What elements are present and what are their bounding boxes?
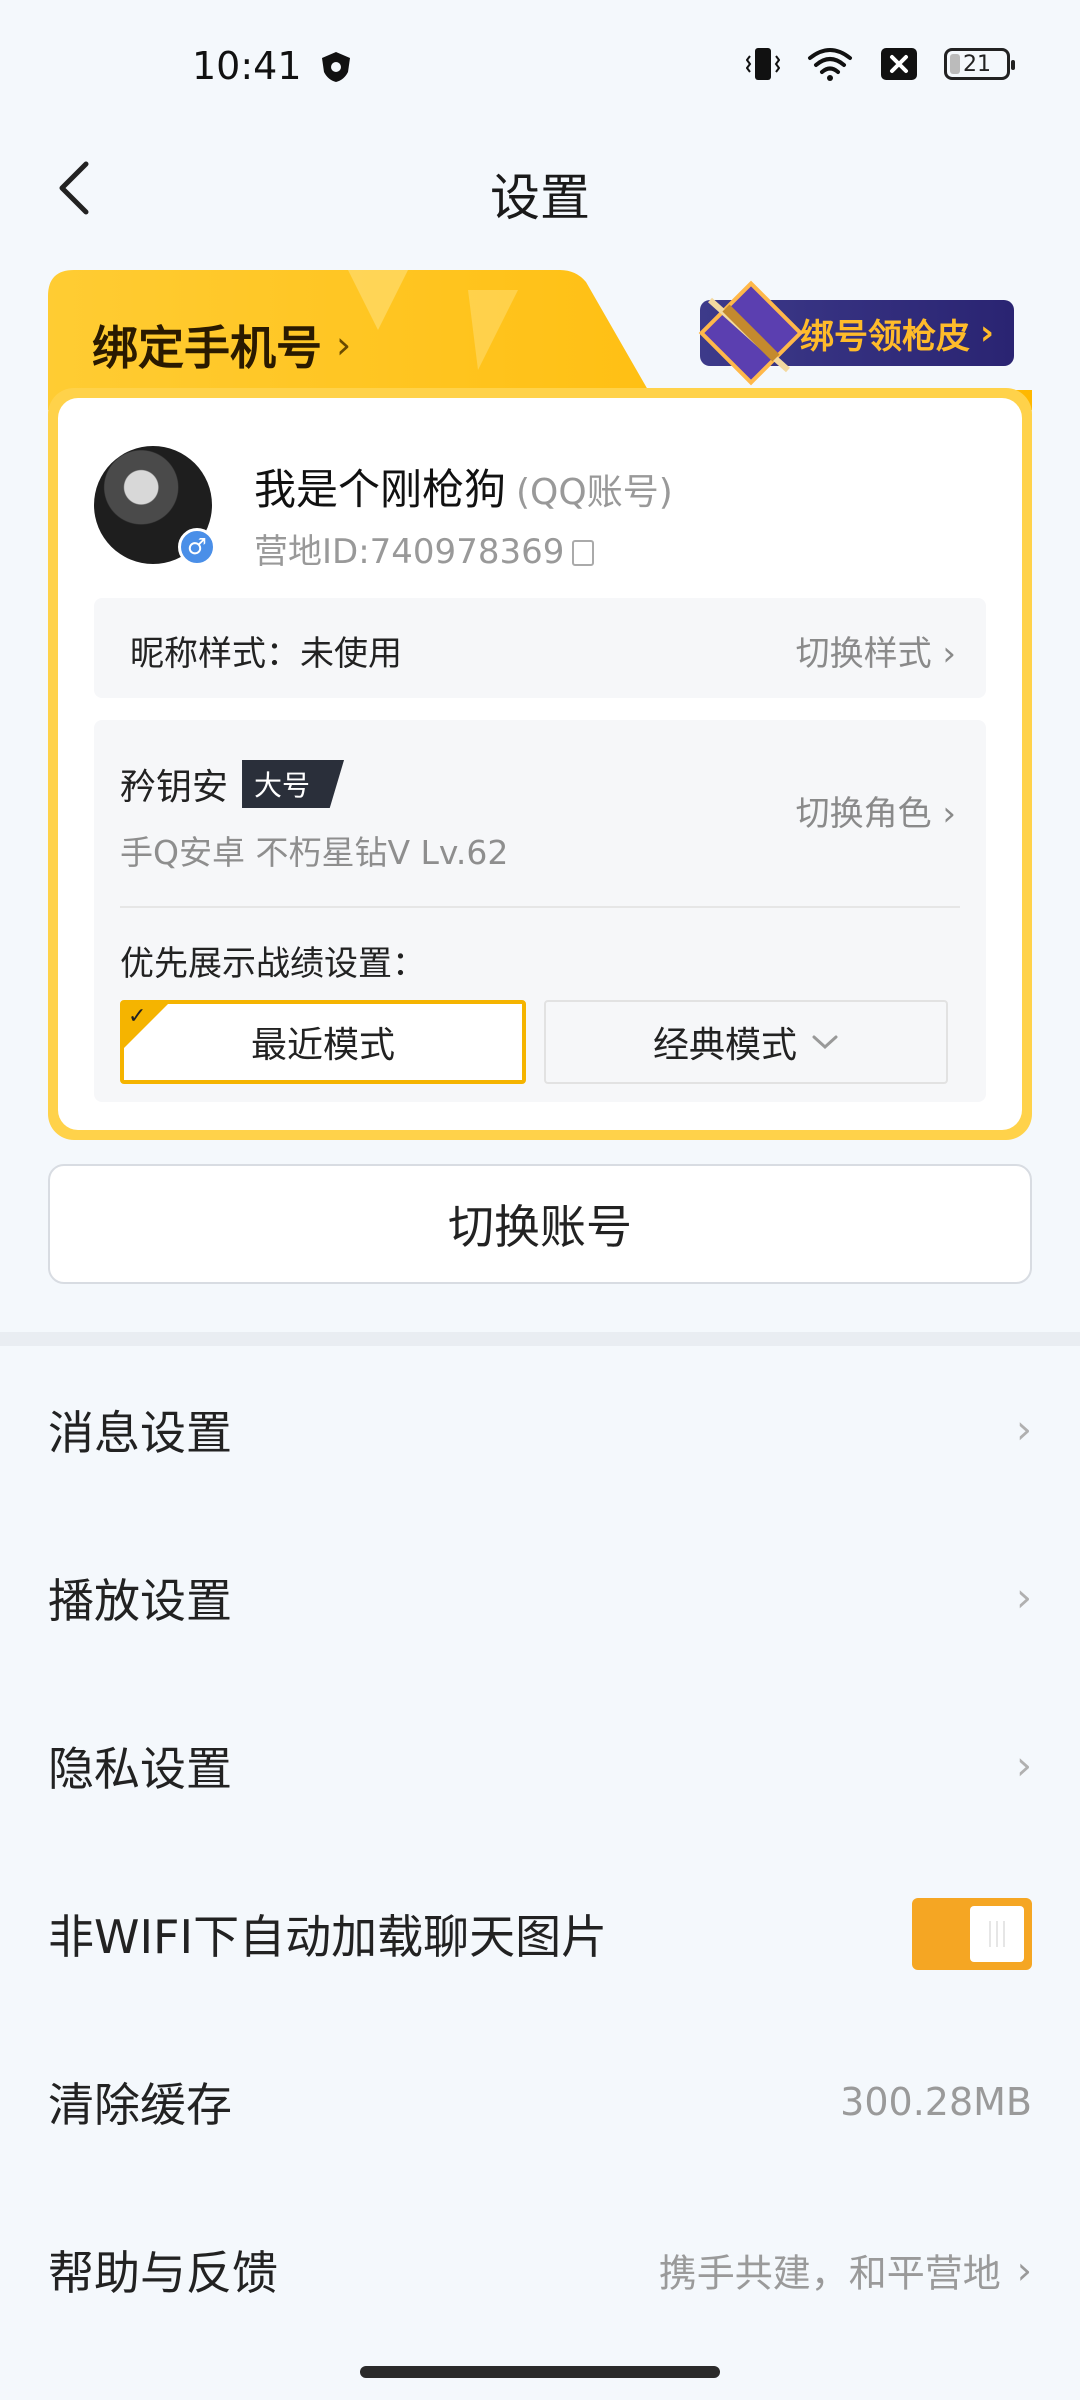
clear-cache-label: 清除缓存 bbox=[48, 2078, 232, 2132]
help-feedback-label: 帮助与反馈 bbox=[48, 2246, 278, 2300]
settings-list: 消息设置 › 播放设置 › 隐私设置 › 非WIFI下自动加载聊天图片 清除缓存… bbox=[0, 1346, 1080, 2354]
battery-level: 21 bbox=[963, 51, 991, 77]
bind-phone-link[interactable]: 绑定手机号 › bbox=[92, 312, 351, 378]
shield-icon bbox=[322, 52, 350, 82]
playback-settings-label: 播放设置 bbox=[48, 1574, 232, 1628]
clear-cache-row[interactable]: 清除缓存 300.28MB bbox=[0, 2018, 1080, 2186]
role-name-line: 矜钥安 大号 bbox=[120, 758, 345, 810]
chevron-right-icon: › bbox=[1016, 1743, 1032, 1789]
bind-reward-label: 绑号领枪皮 bbox=[799, 316, 970, 357]
section-divider bbox=[0, 1332, 1080, 1346]
status-time: 10:41 bbox=[192, 44, 302, 88]
chevron-right-icon: › bbox=[336, 323, 352, 367]
role-name: 矜钥安 bbox=[120, 767, 229, 808]
page-title: 设置 bbox=[490, 169, 590, 227]
nickname-style-row[interactable]: 昵称样式：未使用 切换样式 › bbox=[94, 598, 986, 698]
nav-bar: 设置 bbox=[0, 136, 1080, 240]
chevron-right-icon: › bbox=[1016, 1407, 1032, 1453]
nickname: 我是个刚枪狗 bbox=[254, 465, 507, 514]
auto-load-images-toggle[interactable] bbox=[912, 1898, 1032, 1970]
cache-size: 300.28MB bbox=[840, 2080, 1032, 2124]
gun-skin-badge-icon bbox=[698, 280, 804, 386]
help-feedback-slogan: 携手共建，和平营地 bbox=[658, 2251, 1001, 2296]
battery-icon: 21 bbox=[944, 48, 1015, 80]
status-bar: 10:41 21 bbox=[0, 0, 1080, 136]
auto-load-images-label: 非WIFI下自动加载聊天图片 bbox=[48, 1910, 608, 1964]
switch-style-link[interactable]: 切换样式 › bbox=[796, 626, 956, 675]
wifi-icon bbox=[808, 48, 852, 81]
status-icons: 21 bbox=[746, 46, 1015, 82]
bind-phone-label: 绑定手机号 bbox=[92, 321, 322, 375]
account-card-body: ♂ 我是个刚枪狗 (QQ账号) 营地ID:740978369 昵称样式：未使用 … bbox=[48, 388, 1032, 1140]
priority-display-label: 优先展示战绩设置： bbox=[120, 944, 426, 984]
chevron-down-icon bbox=[812, 1035, 838, 1050]
nickname-style-label: 昵称样式：未使用 bbox=[130, 634, 402, 674]
camp-id: 营地ID:740978369 bbox=[254, 532, 565, 572]
account-card-inner: ♂ 我是个刚枪狗 (QQ账号) 营地ID:740978369 昵称样式：未使用 … bbox=[58, 398, 1022, 1130]
home-indicator[interactable] bbox=[360, 2366, 720, 2378]
vibrate-icon bbox=[746, 48, 780, 80]
account-type: (QQ账号) bbox=[516, 472, 673, 513]
divider bbox=[120, 906, 960, 908]
privacy-settings-label: 隐私设置 bbox=[48, 1742, 232, 1796]
sim-x-icon bbox=[881, 48, 917, 80]
chevron-right-icon: › bbox=[1016, 2248, 1032, 2292]
check-icon: ✓ bbox=[128, 1004, 147, 1029]
camp-id-line[interactable]: 营地ID:740978369 bbox=[254, 524, 602, 573]
nickname-line: 我是个刚枪狗 (QQ账号) bbox=[254, 456, 673, 517]
switch-account-button[interactable]: 切换账号 bbox=[48, 1164, 1032, 1284]
gender-male-icon: ♂ bbox=[178, 528, 216, 566]
main-account-tag: 大号 bbox=[242, 760, 345, 808]
help-feedback-row[interactable]: 帮助与反馈 携手共建，和平营地 › bbox=[0, 2186, 1080, 2354]
toggle-knob bbox=[970, 1906, 1024, 1962]
account-card: 绑定手机号 › 绑号领枪皮 › ♂ 我是个刚枪狗 (QQ账号) 营地ID:740… bbox=[48, 270, 1032, 1140]
copy-icon[interactable] bbox=[572, 533, 602, 566]
classic-mode-dropdown[interactable]: 经典模式 bbox=[544, 1000, 948, 1084]
privacy-settings-row[interactable]: 隐私设置 › bbox=[0, 1682, 1080, 1850]
chevron-right-icon: › bbox=[1016, 1575, 1032, 1621]
bind-reward-banner[interactable]: 绑号领枪皮 › bbox=[698, 280, 1014, 386]
help-feedback-value: 携手共建，和平营地 › bbox=[659, 2243, 1032, 2298]
message-settings-row[interactable]: 消息设置 › bbox=[0, 1346, 1080, 1514]
playback-settings-row[interactable]: 播放设置 › bbox=[0, 1514, 1080, 1682]
role-box: 矜钥安 大号 手Q安卓 不朽星钻V Lv.62 切换角色 › 优先展示战绩设置：… bbox=[94, 720, 986, 1102]
role-detail: 手Q安卓 不朽星钻V Lv.62 bbox=[120, 833, 509, 872]
message-settings-label: 消息设置 bbox=[48, 1406, 232, 1460]
recent-mode-label: 最近模式 bbox=[250, 1025, 395, 1066]
classic-mode-label: 经典模式 bbox=[652, 1025, 797, 1066]
recent-mode-option[interactable]: ✓ 最近模式 bbox=[120, 1000, 526, 1084]
auto-load-images-row: 非WIFI下自动加载聊天图片 bbox=[0, 1850, 1080, 2018]
chevron-right-icon: › bbox=[979, 313, 994, 353]
switch-role-link[interactable]: 切换角色 › bbox=[796, 786, 956, 835]
